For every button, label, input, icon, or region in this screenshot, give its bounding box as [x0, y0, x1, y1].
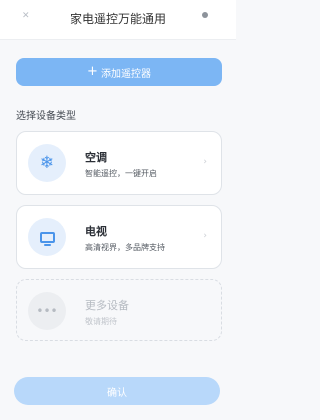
device-card-ac[interactable]: ❄ 空调 智能遥控，一键开启 › [16, 131, 222, 195]
device-card-more: ••• 更多设备 敬请期待 [16, 279, 222, 341]
device-name: 更多设备 [85, 299, 129, 312]
more-icon: ••• [28, 292, 66, 330]
snowflake-icon: ❄ [28, 144, 66, 182]
device-name: 空调 [85, 151, 107, 164]
device-desc: 高清视界，多品牌支持 [85, 243, 165, 252]
add-remote-button[interactable]: + 添加遥控器 [16, 58, 222, 86]
chevron-right-icon: › [203, 231, 207, 241]
chevron-right-icon: › [203, 157, 207, 167]
app-header: ✕ 家电遥控万能通用 [0, 0, 236, 40]
add-remote-label: 添加遥控器 [100, 68, 151, 80]
confirm-label: 确认 [107, 387, 127, 399]
device-desc: 智能遥控，一键开启 [85, 169, 157, 178]
plus-icon: + [87, 64, 98, 79]
device-name: 电视 [85, 225, 107, 238]
more-dot-icon[interactable] [202, 12, 208, 18]
tv-icon [28, 218, 66, 256]
page-title: 家电遥控万能通用 [69, 12, 166, 26]
confirm-button[interactable]: 确认 [14, 377, 220, 405]
section-title: 选择设备类型 [16, 111, 76, 122]
device-desc: 敬请期待 [85, 317, 117, 326]
screen: ✕ 家电遥控万能通用 + 添加遥控器 选择设备类型 ❄ 空调 智能遥控，一键开启… [0, 0, 236, 420]
device-card-tv[interactable]: 电视 高清视界，多品牌支持 › [16, 205, 222, 269]
